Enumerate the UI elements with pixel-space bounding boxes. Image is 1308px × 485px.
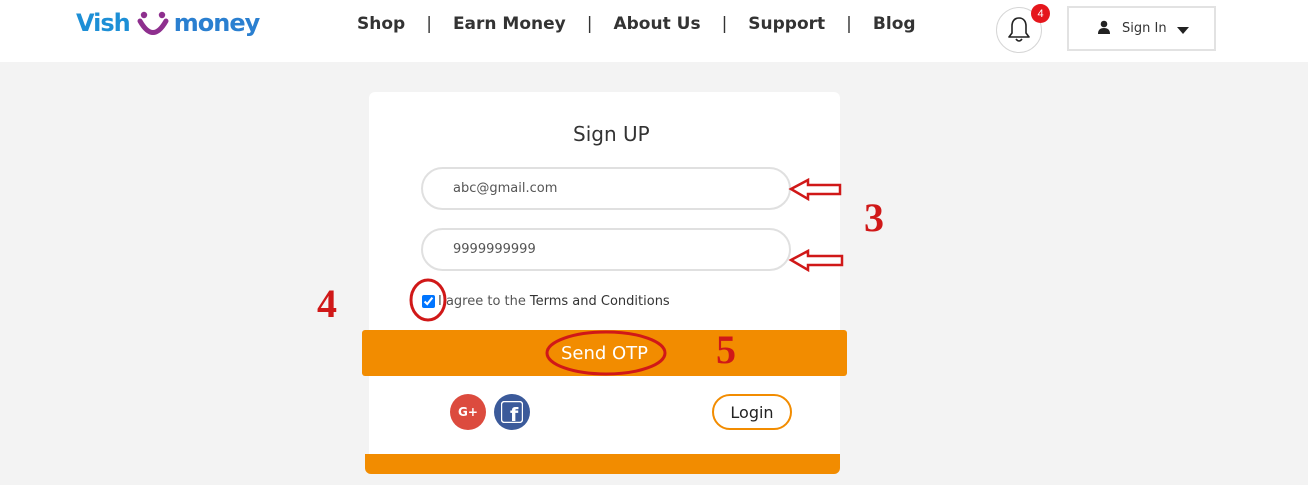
nav-item-blog[interactable]: Blog xyxy=(873,14,916,34)
bell-icon xyxy=(1008,17,1030,42)
card-footer-bar xyxy=(365,454,840,474)
annotation-number-4: 4 xyxy=(317,281,337,326)
notification-count-badge: 4 xyxy=(1031,4,1050,23)
login-button[interactable]: Login xyxy=(712,394,792,430)
terms-checkbox[interactable] xyxy=(422,294,435,308)
nav-item-about-us[interactable]: About Us xyxy=(613,14,700,34)
annotation-number-5: 5 xyxy=(716,327,736,372)
logo-text-money: money xyxy=(173,9,261,37)
send-otp-button[interactable]: Send OTP xyxy=(362,330,847,376)
facebook-button[interactable]: f xyxy=(494,394,530,430)
nav-separator: | xyxy=(721,14,728,34)
phone-field[interactable] xyxy=(421,228,791,271)
nav-separator: | xyxy=(426,14,432,34)
user-icon xyxy=(1098,20,1110,34)
terms-row: I agree to the Terms and Conditions xyxy=(420,291,670,311)
smile-icon xyxy=(137,11,169,35)
terms-link[interactable]: Terms and Conditions xyxy=(530,294,670,309)
logo-text-vish: Vish xyxy=(76,9,131,37)
site-header: Vish money Shop | Earn Money | About Us … xyxy=(0,0,1308,62)
nav-separator: | xyxy=(586,14,593,34)
sign-in-dropdown[interactable]: Sign In xyxy=(1067,6,1216,51)
google-plus-button[interactable]: G+ xyxy=(450,394,486,430)
signup-title: Sign UP xyxy=(573,122,650,146)
svg-text:f: f xyxy=(510,404,519,423)
nav-separator: | xyxy=(846,14,852,34)
caret-down-icon xyxy=(1177,27,1189,34)
email-field[interactable] xyxy=(421,167,791,210)
vishmoney-logo[interactable]: Vish money xyxy=(76,2,261,44)
sign-in-label: Sign In xyxy=(1122,21,1167,36)
facebook-icon: f xyxy=(501,401,523,423)
nav-item-earn-money[interactable]: Earn Money xyxy=(453,14,566,34)
annotation-number-3: 3 xyxy=(864,195,884,240)
terms-prefix: I agree to the xyxy=(438,293,526,309)
google-plus-icon: G+ xyxy=(458,405,478,419)
nav-item-support[interactable]: Support xyxy=(748,14,825,34)
nav-item-shop[interactable]: Shop xyxy=(357,14,405,34)
main-nav: Shop | Earn Money | About Us | Support |… xyxy=(357,12,916,36)
